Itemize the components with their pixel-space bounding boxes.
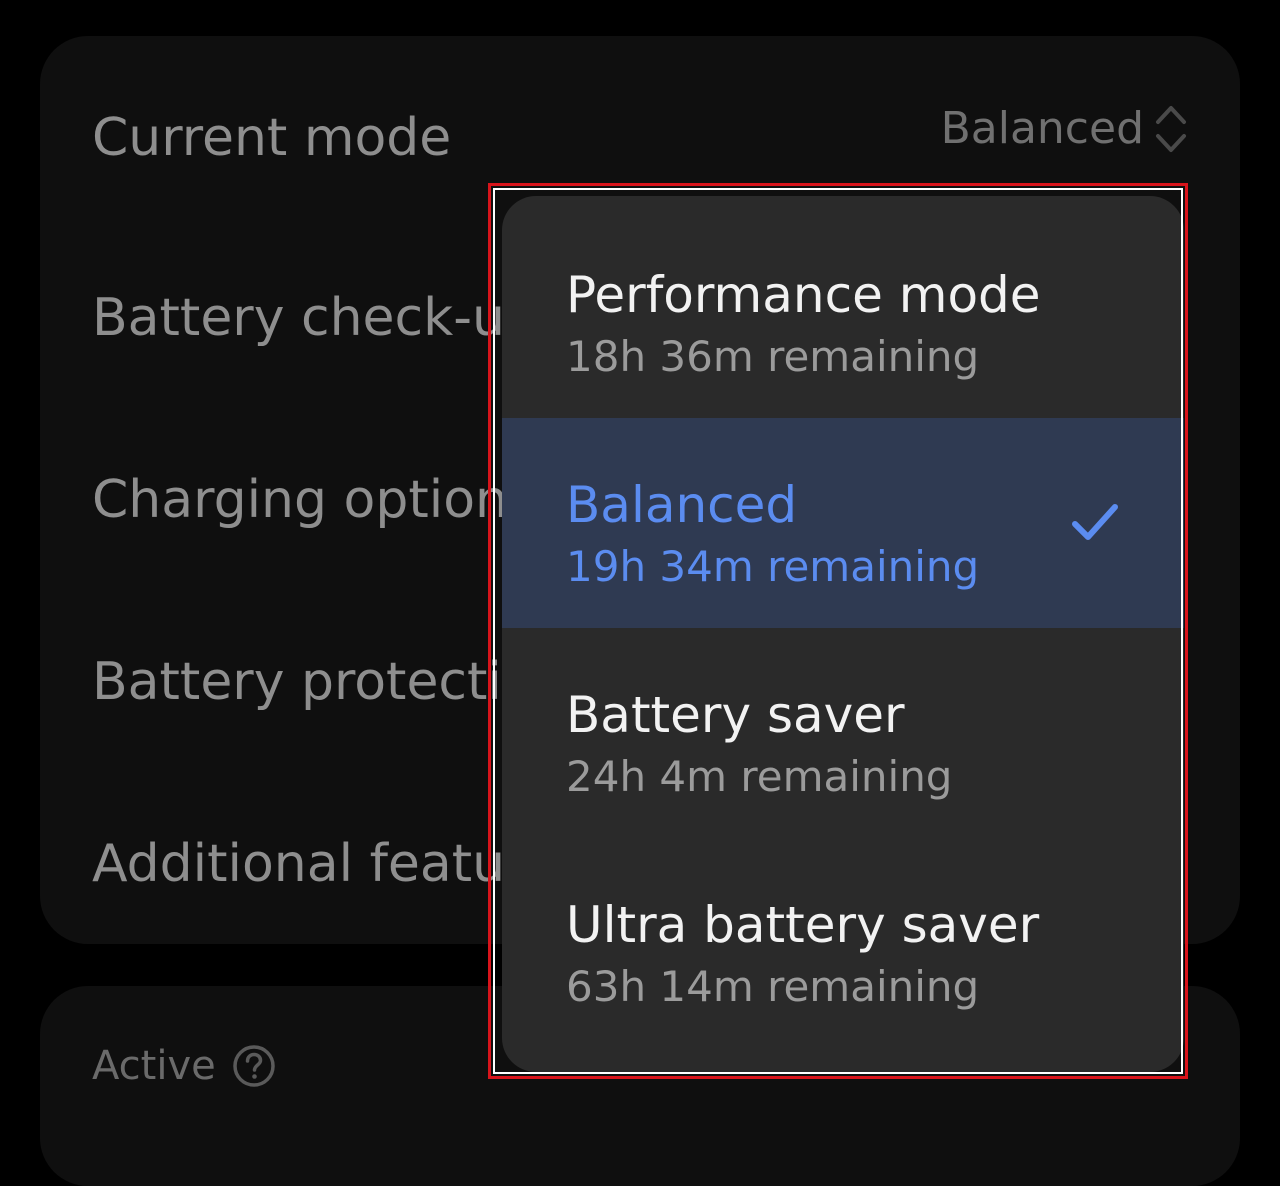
power-mode-menu: Performance mode 18h 36m remaining Balan… <box>502 196 1184 1072</box>
menu-item-remaining: 19h 34m remaining <box>566 542 980 591</box>
menu-item-remaining: 63h 14m remaining <box>566 962 980 1011</box>
menu-item-balanced[interactable]: Balanced 19h 34m remaining <box>502 418 1184 628</box>
chevron-up-down-icon <box>1156 106 1186 152</box>
battery-check-up-row[interactable]: Battery check-up <box>92 292 538 344</box>
current-mode-label: Current mode <box>92 108 452 168</box>
battery-protection-row[interactable]: Battery protection <box>92 656 567 708</box>
menu-item-title: Ultra battery saver <box>566 896 1040 954</box>
current-mode-selector[interactable]: Balanced <box>941 102 1188 156</box>
menu-item-battery-saver[interactable]: Battery saver 24h 4m remaining <box>502 628 1184 838</box>
charging-options-row[interactable]: Charging options <box>92 474 535 526</box>
menu-item-title: Performance mode <box>566 266 1041 324</box>
active-section-header: Active <box>92 1044 276 1088</box>
menu-item-ultra-battery-saver[interactable]: Ultra battery saver 63h 14m remaining <box>502 838 1184 1048</box>
menu-item-remaining: 18h 36m remaining <box>566 332 980 381</box>
menu-item-title: Battery saver <box>566 686 905 744</box>
active-label: Active <box>92 1043 216 1089</box>
menu-item-performance-mode[interactable]: Performance mode 18h 36m remaining <box>502 208 1184 418</box>
checkmark-icon <box>1072 504 1118 540</box>
menu-item-remaining: 24h 4m remaining <box>566 752 953 801</box>
help-circle-icon[interactable] <box>232 1044 276 1088</box>
current-mode-value: Balanced <box>940 103 1144 154</box>
